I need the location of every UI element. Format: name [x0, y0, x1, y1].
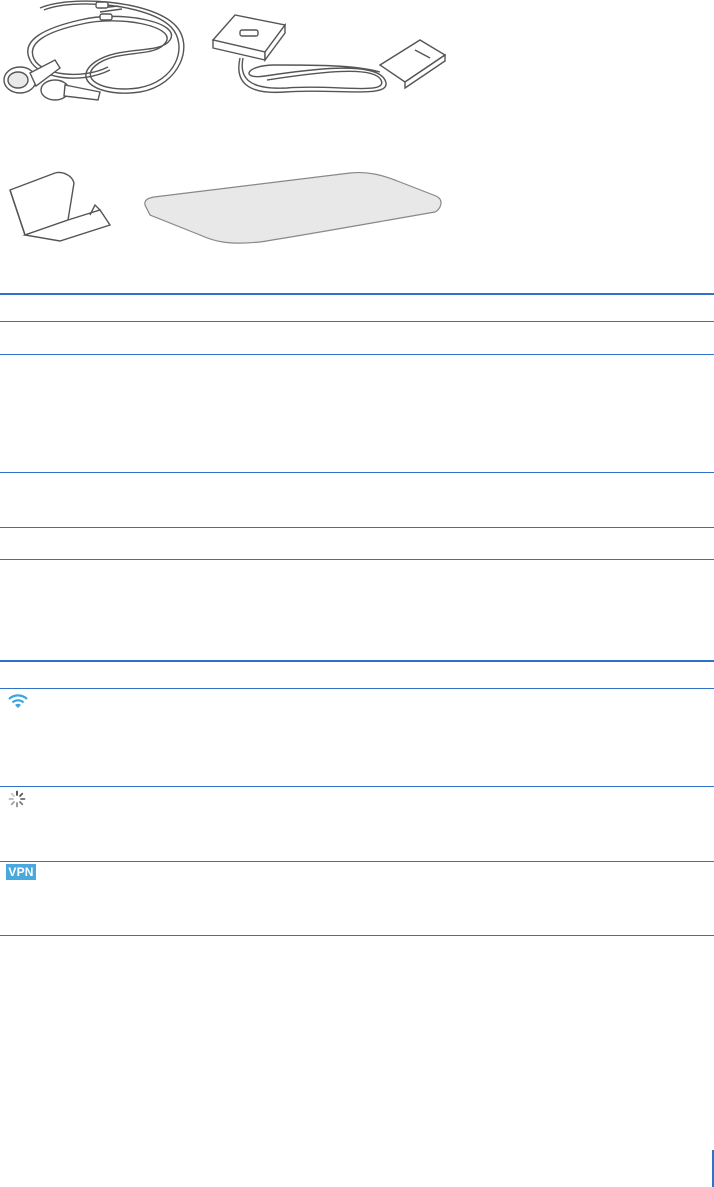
- vpn-icon: VPN: [6, 864, 36, 880]
- earphones-illustration: [3, 0, 185, 101]
- table-rule: [0, 354, 714, 355]
- table-rule: [0, 527, 714, 528]
- cloth-illustration: [144, 171, 442, 244]
- table-rule: [0, 935, 714, 936]
- table-rule: [0, 559, 714, 560]
- wifi-icon: [8, 694, 28, 708]
- table-rule-top: [0, 293, 714, 295]
- stand-illustration: [9, 171, 112, 242]
- usb-cable-illustration: [211, 14, 447, 94]
- table-rule: [0, 472, 714, 473]
- table-rule: [0, 786, 714, 787]
- table-rule: [0, 321, 714, 322]
- table-rule: [0, 688, 714, 689]
- table-rule-top: [0, 660, 714, 662]
- activity-spinner-icon: [8, 790, 26, 808]
- table-rule: [0, 861, 714, 862]
